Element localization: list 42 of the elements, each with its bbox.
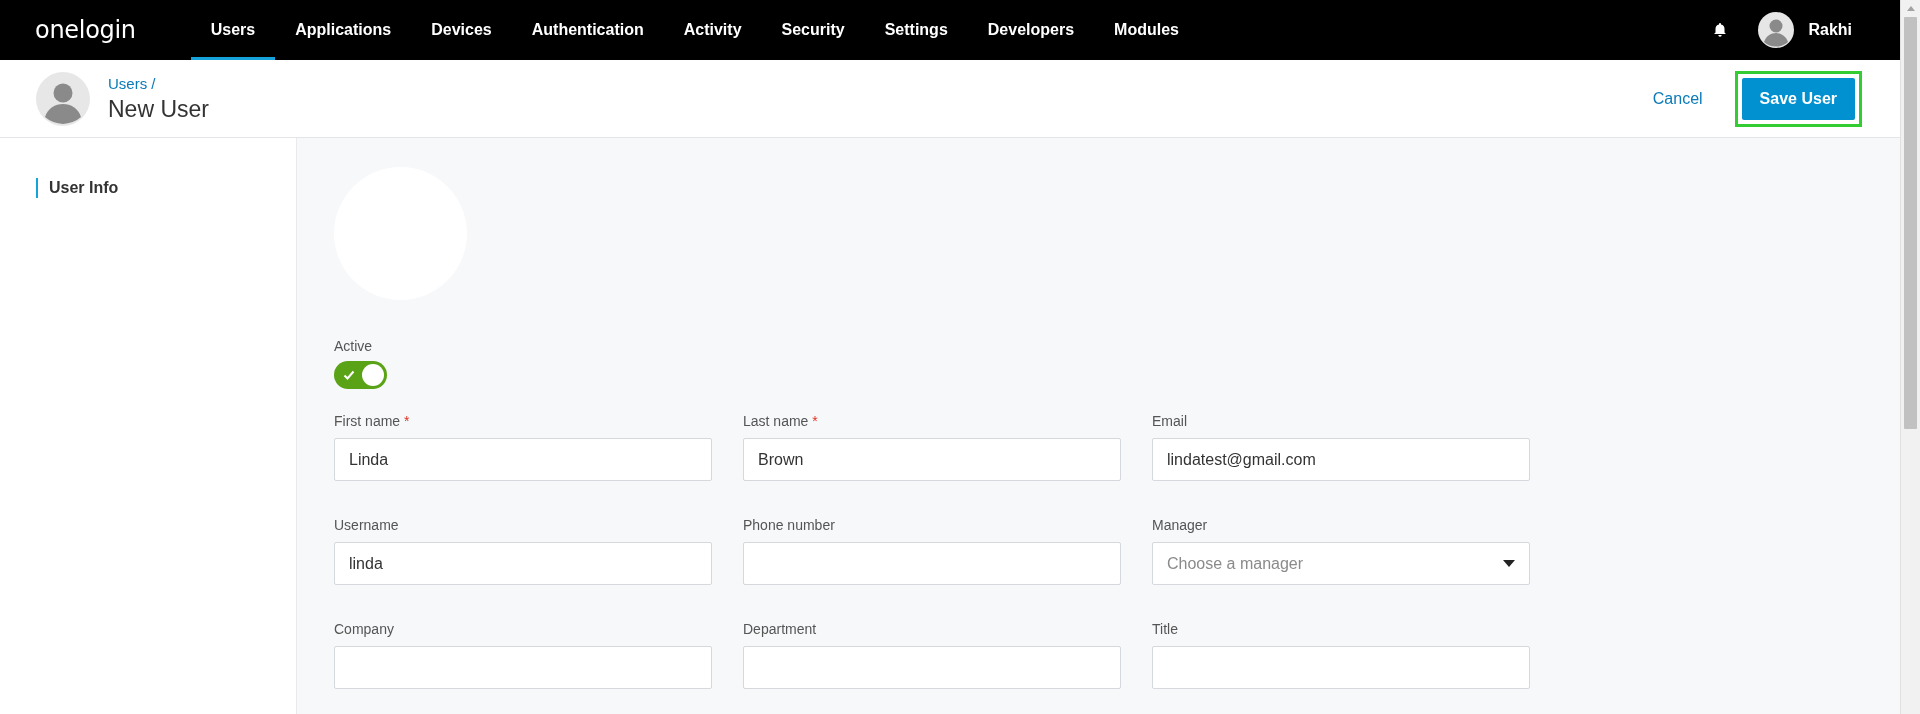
page-title: New User bbox=[108, 95, 209, 123]
nav-tab[interactable]: Security bbox=[761, 0, 865, 60]
input-field[interactable] bbox=[743, 542, 1121, 585]
nav-tab[interactable]: Devices bbox=[411, 0, 512, 60]
nav-tab[interactable]: Authentication bbox=[511, 0, 664, 60]
input-field[interactable]: linda bbox=[334, 542, 712, 585]
field-label: Username bbox=[334, 517, 400, 533]
input-field[interactable]: lindatest@gmail.com bbox=[1152, 438, 1530, 481]
logo[interactable]: onelogin bbox=[35, 16, 136, 44]
manager-dropdown[interactable]: Choose a manager bbox=[1152, 542, 1530, 585]
scroll-up-icon[interactable] bbox=[1906, 6, 1915, 11]
field-label: First name * bbox=[334, 413, 411, 429]
field-label: Active bbox=[334, 338, 374, 354]
bell-icon[interactable] bbox=[1712, 22, 1729, 38]
nav-tab[interactable]: Settings bbox=[864, 0, 968, 60]
field-label: Company bbox=[334, 621, 395, 637]
breadcrumb-link[interactable]: Users / bbox=[108, 74, 209, 92]
save-user-button[interactable]: Save User bbox=[1741, 77, 1855, 120]
caret-icon bbox=[1503, 560, 1515, 567]
field-label: Department bbox=[743, 621, 818, 637]
field-label: Last name * bbox=[743, 413, 819, 429]
nav-tab[interactable]: Modules bbox=[1094, 0, 1199, 60]
input-field[interactable] bbox=[334, 646, 712, 689]
nav-tab[interactable]: Developers bbox=[967, 0, 1095, 60]
cancel-link[interactable]: Cancel bbox=[1652, 89, 1703, 108]
nav-tab[interactable]: Activity bbox=[663, 0, 762, 60]
input-field[interactable]: Brown bbox=[743, 438, 1121, 481]
scrollbar-thumb[interactable] bbox=[1904, 17, 1917, 429]
field-label: Phone number bbox=[743, 517, 836, 533]
active-toggle[interactable] bbox=[334, 361, 387, 389]
check-icon bbox=[343, 369, 355, 381]
user-avatar-icon[interactable] bbox=[1758, 12, 1795, 48]
field-label: Title bbox=[1152, 621, 1179, 637]
nav-tab[interactable]: Applications bbox=[275, 0, 412, 60]
field-label: Manager bbox=[1152, 517, 1209, 533]
input-field[interactable] bbox=[743, 646, 1121, 689]
field-label: Email bbox=[1152, 413, 1188, 429]
input-field[interactable] bbox=[1152, 646, 1530, 689]
user-name[interactable]: Rakhi bbox=[1808, 21, 1852, 39]
user-placeholder-icon bbox=[36, 71, 90, 126]
sidebar-item[interactable]: User Info bbox=[36, 178, 119, 198]
input-field[interactable]: Linda bbox=[334, 438, 712, 481]
